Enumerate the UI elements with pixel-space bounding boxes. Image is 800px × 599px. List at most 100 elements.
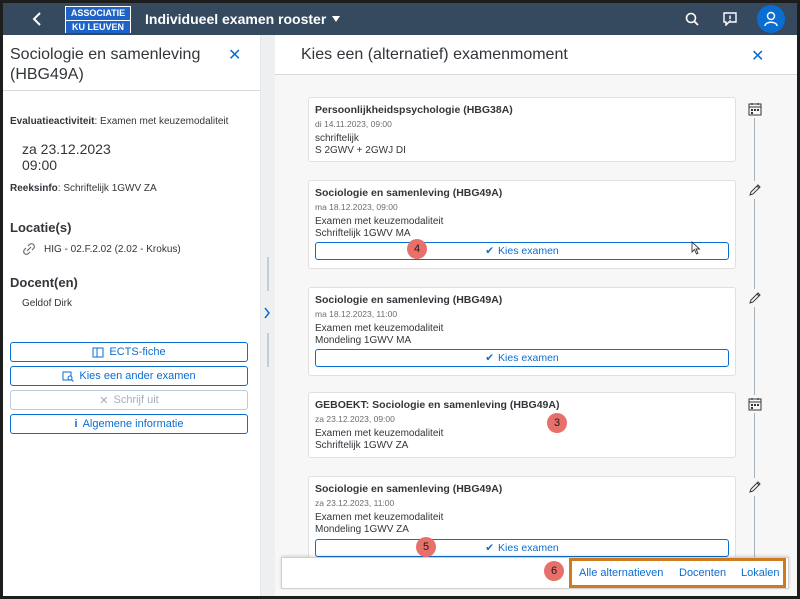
docent-value: Geldof Dirk	[22, 298, 73, 309]
cross-icon: ✕	[99, 394, 109, 407]
timeline-node	[746, 100, 764, 118]
exam-card-type: Examen met keuzemodaliteit	[315, 428, 444, 439]
annotation-marker-5: 5	[416, 537, 436, 557]
exam-card-title: GEBOEKT: Sociologie en samenleving (HBG4…	[315, 399, 560, 411]
evaluatie-label: Evaluatieactiviteit	[10, 116, 95, 127]
reeks-row: Reeksinfo: Schriftelijk 1GWV ZA	[10, 183, 157, 194]
logo-line1: ASSOCIATIE	[66, 6, 130, 20]
exam-card-title: Sociologie en samenleving (HBG49A)	[315, 294, 503, 306]
timeline-node	[746, 478, 764, 496]
locatie-value[interactable]: HIG - 02.F.2.02 (2.02 - Krokus)	[44, 244, 181, 255]
ku-leuven-logo[interactable]: ASSOCIATIE KU LEUVEN	[65, 5, 131, 33]
exam-card-title: Sociologie en samenleving (HBG49A)	[315, 187, 503, 199]
exam-card-group: Schriftelijk 1GWV MA	[315, 228, 411, 239]
evaluatie-value: : Examen met keuzemodaliteit	[94, 116, 229, 127]
algemene-informatie-label: Algemene informatie	[82, 418, 184, 430]
timeline-node	[746, 395, 764, 413]
alternatives-title: Kies een (alternatief) examenmoment	[301, 46, 568, 63]
reeks-value: : Schriftelijk 1GWV ZA	[57, 183, 157, 194]
app-title: Individueel examen rooster	[145, 11, 327, 27]
chevron-left-icon	[32, 12, 41, 26]
mouse-cursor-icon	[691, 240, 701, 260]
close-alternatives-button[interactable]: ✕	[751, 46, 764, 66]
search-button[interactable]	[681, 8, 703, 30]
reeks-label: Reeksinfo	[10, 183, 58, 194]
calendar-icon	[748, 103, 762, 116]
docenten-button[interactable]: Docenten	[679, 567, 726, 579]
algemene-informatie-button[interactable]: i Algemene informatie	[10, 414, 248, 434]
exam-card-date: ma 18.12.2023, 09:00	[315, 202, 398, 212]
chevron-right-icon	[264, 307, 270, 319]
exam-card-type: Examen met keuzemodaliteit	[315, 323, 444, 334]
feedback-button[interactable]	[719, 8, 741, 30]
locatie-header: Locatie(s)	[10, 220, 72, 235]
detail-pane: Sociologie en samenleving (HBG49A) ✕ Eva…	[3, 35, 261, 596]
book-icon	[92, 347, 104, 357]
feedback-icon	[723, 12, 737, 26]
exam-card-date: ma 18.12.2023, 11:00	[315, 309, 398, 319]
pencil-icon	[749, 481, 761, 493]
detail-title: Sociologie en samenleving (HBG49A)	[10, 46, 201, 83]
exam-card-type: Examen met keuzemodaliteit	[315, 216, 444, 227]
person-icon	[764, 11, 778, 27]
kies-examen-button[interactable]: ✔ Kies examen	[315, 242, 729, 260]
splitter-grip-bottom	[267, 333, 269, 367]
exam-date: za 23.12.2023	[22, 141, 111, 157]
ects-fiche-label: ECTS-fiche	[109, 346, 166, 358]
exam-time: 09:00	[22, 157, 58, 173]
pane-splitter[interactable]	[261, 35, 275, 596]
exam-card[interactable]: Persoonlijkheidspsychologie (HBG38A) di …	[308, 97, 736, 162]
exam-card-date: za 23.12.2023, 09:00	[315, 414, 395, 424]
annotation-marker-3: 3	[547, 413, 567, 433]
exam-card[interactable]: Sociologie en samenleving (HBG49A) ma 18…	[308, 180, 736, 269]
lokalen-button[interactable]: Lokalen	[741, 567, 780, 579]
exam-card-date: za 23.12.2023, 11:00	[315, 498, 395, 508]
docent-header: Docent(en)	[10, 275, 78, 290]
pencil-icon	[749, 292, 761, 304]
alle-alternatieven-button[interactable]: Alle alternatieven	[579, 567, 663, 579]
timeline-line	[754, 105, 755, 585]
user-avatar[interactable]	[757, 5, 785, 33]
annotation-marker-4: 4	[407, 239, 427, 259]
calendar-icon	[748, 398, 762, 411]
exam-card[interactable]: Sociologie en samenleving (HBG49A) ma 18…	[308, 287, 736, 376]
exam-card-date: di 14.11.2023, 09:00	[315, 119, 392, 129]
kies-examen-button[interactable]: ✔ Kies examen	[315, 349, 729, 367]
timeline-node	[746, 289, 764, 307]
kies-ander-examen-button[interactable]: Kies een ander examen	[10, 366, 248, 386]
exam-card-type: Examen met keuzemodaliteit	[315, 512, 444, 523]
ects-fiche-button[interactable]: ECTS-fiche	[10, 342, 248, 362]
close-detail-button[interactable]: ✕	[228, 45, 241, 65]
checkmark-icon: ✔	[485, 245, 495, 257]
kies-examen-label: Kies examen	[498, 245, 559, 257]
logo-line2: KU LEUVEN	[66, 19, 130, 33]
exam-card-group: S 2GWV + 2GWJ DI	[315, 145, 406, 156]
pencil-icon	[749, 184, 761, 196]
kies-ander-examen-label: Kies een ander examen	[79, 370, 196, 382]
booked-exam-card[interactable]: GEBOEKT: Sociologie en samenleving (HBG4…	[308, 392, 736, 458]
exam-card-title: Sociologie en samenleving (HBG49A)	[315, 483, 503, 495]
evaluatie-row: Evaluatieactiviteit: Examen met keuzemod…	[10, 116, 228, 127]
back-button[interactable]	[23, 3, 51, 35]
app-title-menu[interactable]: Individueel examen rooster	[145, 11, 341, 27]
annotation-marker-6: 6	[544, 561, 564, 581]
schrijf-uit-label: Schrijf uit	[113, 394, 159, 406]
checkmark-icon: ✔	[485, 352, 495, 364]
exam-card[interactable]: Sociologie en samenleving (HBG49A) za 23…	[308, 476, 736, 565]
search-icon	[685, 12, 699, 26]
exam-card-type: schriftelijk	[315, 133, 359, 144]
triangle-down-icon	[332, 16, 341, 22]
timeline-node	[746, 181, 764, 199]
shell-actions	[681, 3, 785, 35]
app-frame: ASSOCIATIE KU LEUVEN Individueel examen …	[0, 0, 800, 599]
kies-examen-button[interactable]: ✔ Kies examen	[315, 539, 729, 557]
schrijf-uit-button[interactable]: ✕ Schrijf uit	[10, 390, 248, 410]
exam-card-group: Mondeling 1GWV ZA	[315, 524, 409, 535]
detail-header: Sociologie en samenleving (HBG49A) ✕	[3, 35, 260, 91]
exam-card-title: Persoonlijkheidspsychologie (HBG38A)	[315, 104, 513, 116]
alternatives-header: Kies een (alternatief) examenmoment ✕	[275, 35, 797, 75]
expand-pane-button[interactable]	[263, 306, 271, 324]
exam-card-group: Mondeling 1GWV MA	[315, 335, 412, 346]
info-icon: i	[74, 418, 78, 430]
shell-bar: ASSOCIATIE KU LEUVEN Individueel examen …	[3, 3, 797, 35]
